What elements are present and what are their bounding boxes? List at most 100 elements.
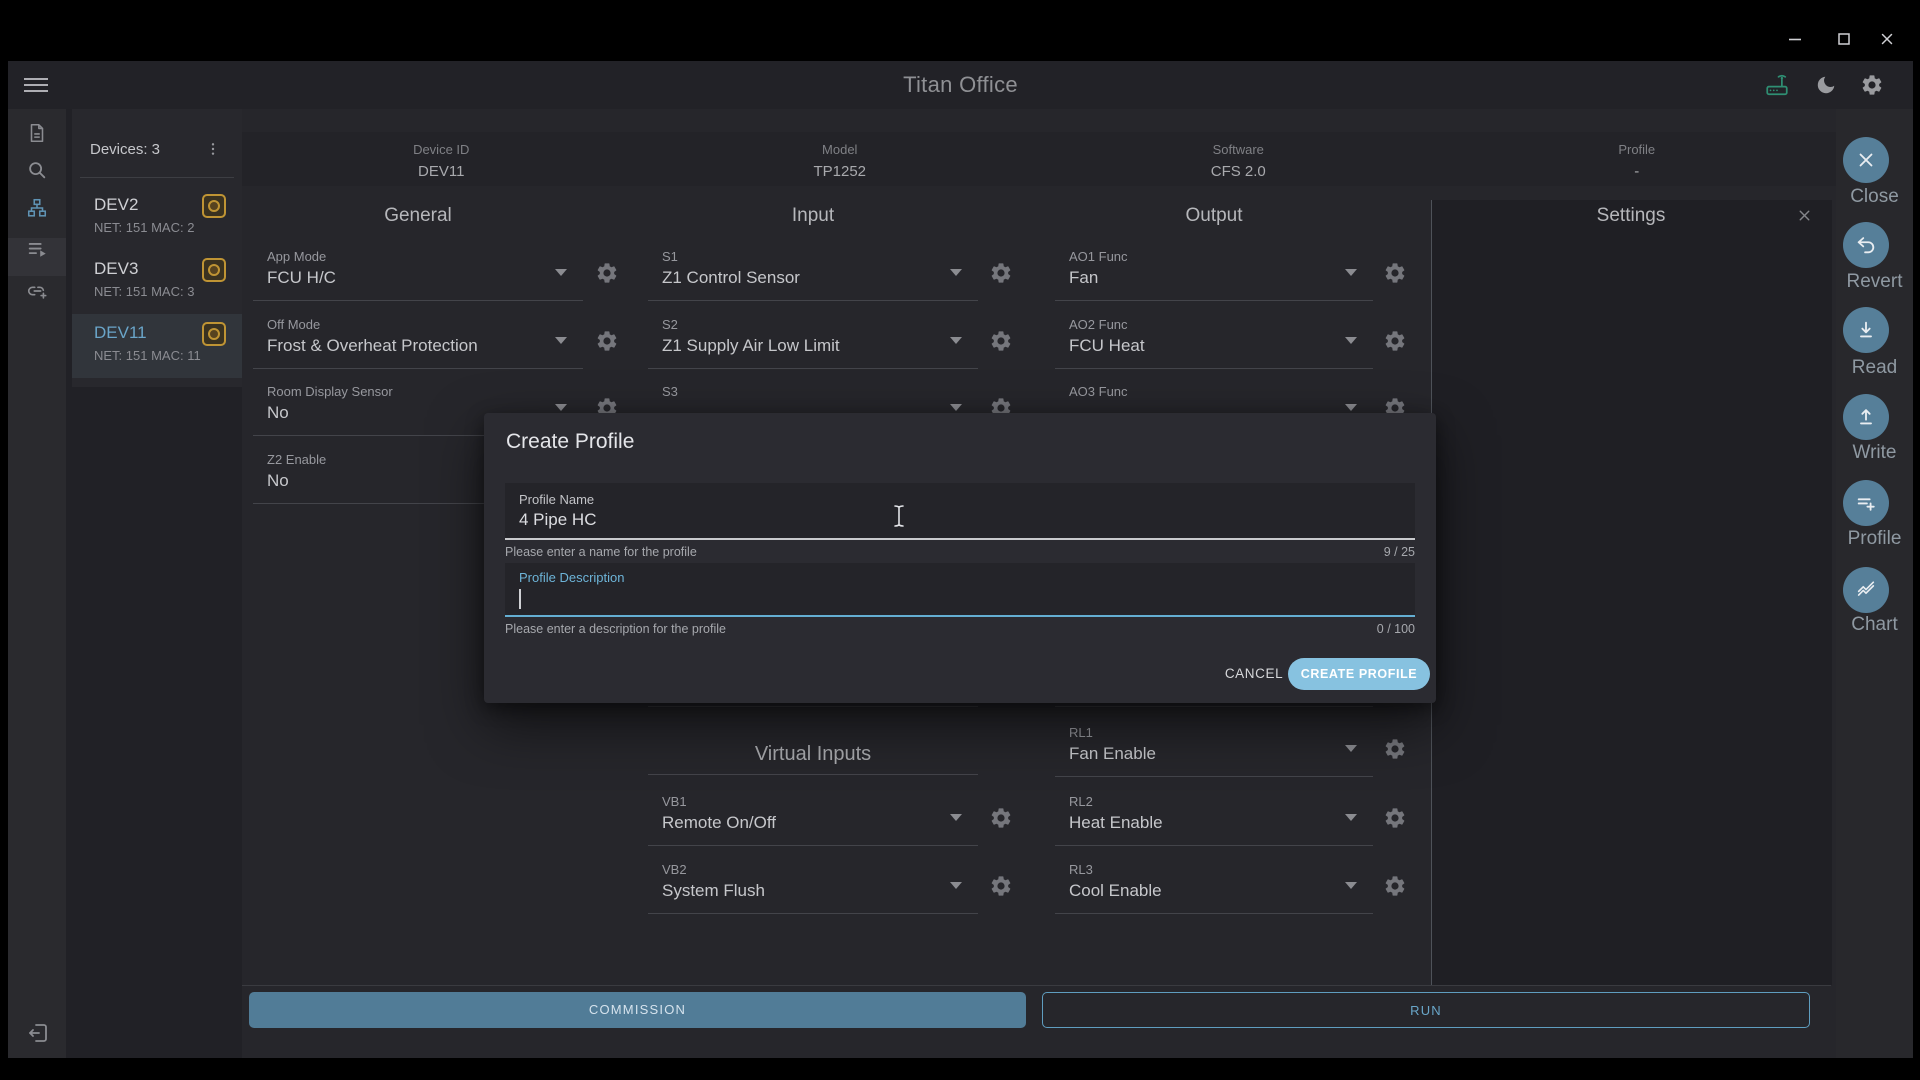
field-vb1[interactable]: VB1 Remote On/Off [648, 785, 978, 846]
field-s2[interactable]: S2 Z1 Supply Air Low Limit [648, 308, 978, 369]
controller-badge-icon [202, 258, 226, 282]
list-play-icon[interactable] [26, 238, 48, 260]
close-button[interactable] [1843, 137, 1889, 183]
profile-description-label: Profile Description [519, 570, 625, 585]
gear-icon[interactable] [595, 261, 619, 285]
profile-description-input[interactable]: Profile Description [505, 563, 1415, 617]
gear-icon[interactable] [989, 806, 1013, 830]
gear-icon[interactable] [989, 874, 1013, 898]
summary-model: Model TP1252 [641, 132, 1040, 186]
revert-label: Revert [1836, 271, 1913, 293]
profile-name-value: 4 Pipe HC [519, 510, 596, 530]
section-title-output: Output [1055, 205, 1373, 227]
field-rl2[interactable]: RL2 Heat Enable [1055, 785, 1373, 846]
virtual-inputs-title: Virtual Inputs [648, 743, 978, 766]
gear-icon[interactable] [1383, 737, 1407, 761]
read-label: Read [1836, 357, 1913, 379]
profile-button[interactable] [1843, 480, 1889, 526]
write-label: Write [1836, 442, 1913, 464]
device-name: DEV2 [94, 195, 138, 215]
gear-icon[interactable] [595, 329, 619, 353]
chevron-down-icon [1345, 404, 1357, 411]
i-beam-cursor [891, 503, 907, 529]
chevron-down-icon [1345, 337, 1357, 344]
close-label: Close [1836, 186, 1913, 208]
device-detail: NET: 151 MAC: 3 [94, 284, 194, 299]
chevron-down-icon [1345, 269, 1357, 276]
settings-panel [1431, 200, 1832, 985]
moon-icon[interactable] [1815, 74, 1837, 96]
divider [80, 177, 234, 178]
device-row-dev2[interactable]: DEV2 NET: 151 MAC: 2 [72, 186, 242, 250]
profile-name-counter: 9 / 25 [1384, 545, 1415, 559]
device-name: DEV3 [94, 259, 138, 279]
chevron-down-icon [1345, 745, 1357, 752]
chevron-down-icon [950, 337, 962, 344]
field-ao2-func[interactable]: AO2 Func FCU Heat [1055, 308, 1373, 369]
controller-badge-icon [202, 194, 226, 218]
profile-name-input[interactable]: Profile Name 4 Pipe HC [505, 483, 1415, 540]
device-row-dev3[interactable]: DEV3 NET: 151 MAC: 3 [72, 250, 242, 314]
divider [242, 985, 1831, 986]
device-detail: NET: 151 MAC: 11 [94, 348, 201, 363]
controller-badge-icon [202, 322, 226, 346]
gear-icon[interactable] [1383, 874, 1407, 898]
divider [648, 774, 978, 775]
app-title: Titan Office [8, 72, 1913, 98]
gear-icon[interactable] [1383, 329, 1407, 353]
chevron-down-icon [950, 882, 962, 889]
text-caret [519, 589, 521, 609]
exit-icon[interactable] [26, 1021, 48, 1043]
device-name: DEV11 [94, 323, 147, 343]
section-title-input: Input [648, 205, 978, 227]
chart-button[interactable] [1843, 567, 1889, 613]
field-app-mode[interactable]: App Mode FCU H/C [253, 240, 583, 301]
chevron-down-icon [950, 404, 962, 411]
chevron-down-icon [555, 269, 567, 276]
profile-description-counter: 0 / 100 [1377, 622, 1415, 636]
gear-icon[interactable] [1383, 261, 1407, 285]
gear-icon[interactable] [989, 261, 1013, 285]
section-title-general: General [253, 205, 583, 227]
window-close-button[interactable] [1878, 30, 1896, 48]
field-rl1[interactable]: RL1 Fan Enable [1055, 716, 1373, 777]
run-button[interactable]: RUN [1042, 992, 1810, 1028]
kebab-menu-icon[interactable] [205, 141, 221, 157]
gear-icon[interactable] [1860, 73, 1884, 97]
commission-button[interactable]: COMMISSION [249, 992, 1026, 1028]
field-off-mode[interactable]: Off Mode Frost & Overheat Protection [253, 308, 583, 369]
screen: Titan Office Devices: 3 DEV2 NET: 151 MA… [0, 0, 1920, 1080]
field-s1[interactable]: S1 Z1 Control Sensor [648, 240, 978, 301]
summary-device-id: Device ID DEV11 [242, 132, 641, 186]
write-button[interactable] [1843, 394, 1889, 440]
summary-profile: Profile - [1438, 132, 1837, 186]
gear-icon[interactable] [989, 329, 1013, 353]
field-rl3[interactable]: RL3 Cool Enable [1055, 853, 1373, 914]
field-ao1-func[interactable]: AO1 Func Fan [1055, 240, 1373, 301]
profile-name-label: Profile Name [519, 492, 594, 507]
window-minimize-button[interactable] [1786, 30, 1804, 48]
revert-button[interactable] [1843, 222, 1889, 268]
device-detail: NET: 151 MAC: 2 [94, 220, 194, 235]
window-maximize-button[interactable] [1835, 30, 1853, 48]
document-icon[interactable] [26, 122, 48, 144]
chevron-down-icon [950, 269, 962, 276]
chart-label: Chart [1836, 614, 1913, 636]
settings-close-icon[interactable] [1796, 207, 1813, 224]
link-add-icon[interactable] [26, 280, 48, 302]
profile-label: Profile [1836, 528, 1913, 550]
chevron-down-icon [555, 337, 567, 344]
search-icon[interactable] [26, 159, 48, 181]
divider [1055, 706, 1373, 707]
field-vb2[interactable]: VB2 System Flush [648, 853, 978, 914]
device-count-header: Devices: 3 [90, 141, 160, 158]
section-title-settings: Settings [1431, 205, 1831, 227]
gear-icon[interactable] [1383, 806, 1407, 830]
device-summary-strip: Device ID DEV11 Model TP1252 Software CF… [242, 132, 1836, 186]
summary-software: Software CFS 2.0 [1039, 132, 1438, 186]
create-profile-button[interactable]: CREATE PROFILE [1288, 658, 1430, 690]
read-button[interactable] [1843, 307, 1889, 353]
device-row-dev11-selected[interactable]: DEV11 NET: 151 MAC: 11 [72, 314, 242, 378]
router-icon[interactable] [1764, 72, 1790, 98]
network-icon[interactable] [26, 197, 48, 219]
